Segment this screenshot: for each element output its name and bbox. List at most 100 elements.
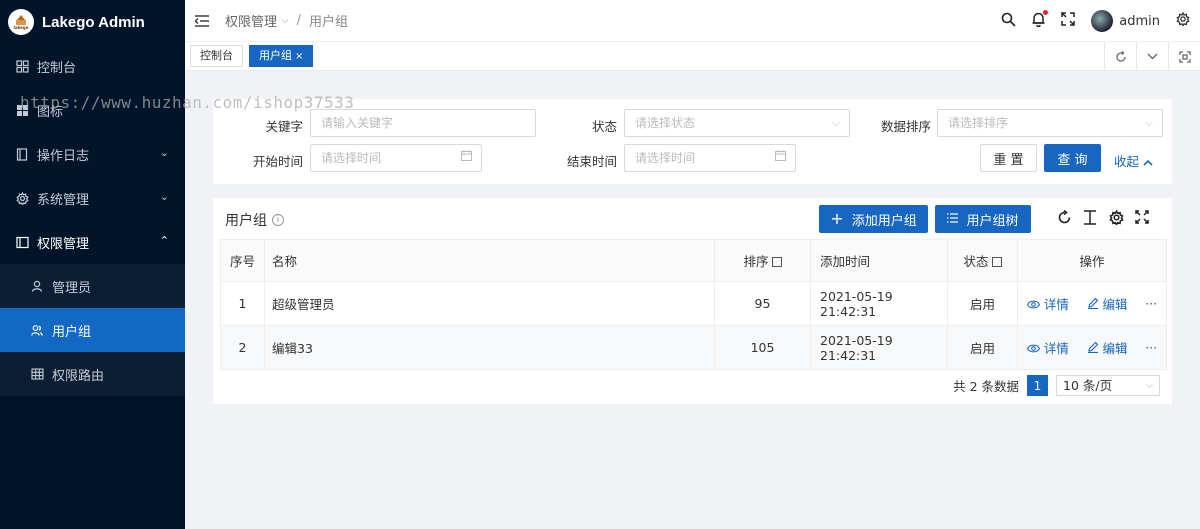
gear-icon xyxy=(15,191,29,205)
info-icon[interactable]: i xyxy=(272,214,284,226)
add-usergroup-button[interactable]: + 添加用户组 xyxy=(819,205,928,233)
sort-select[interactable]: 请选择排序 ⌵ xyxy=(937,109,1163,137)
status-placeholder: 请选择状态 xyxy=(635,116,696,130)
header-actions: admin xyxy=(1001,0,1190,42)
query-button[interactable]: 查 询 xyxy=(1044,144,1101,172)
chevron-down-icon: ⌵ xyxy=(281,15,289,26)
sidebar-item-usergroup[interactable]: 用户组 xyxy=(0,308,185,352)
start-time-picker[interactable]: 请选择时间 xyxy=(310,144,482,172)
svg-text:lakego: lakego xyxy=(14,25,29,30)
end-time-picker[interactable]: 请选择时间 xyxy=(624,144,796,172)
cell-sort: 105 xyxy=(714,325,811,370)
menu-fold-icon[interactable] xyxy=(195,14,209,27)
edit-button[interactable]: 编辑 xyxy=(1087,338,1128,357)
cell-time: 2021-05-19 21:42:31 xyxy=(810,325,948,370)
page-size-select[interactable]: 10 条/页 ⌵ xyxy=(1056,375,1160,396)
logo-icon: lakego xyxy=(8,9,34,35)
avatar[interactable] xyxy=(1091,10,1114,32)
table-toolbar xyxy=(1056,209,1150,225)
detail-button[interactable]: 详情 xyxy=(1026,338,1069,357)
page-number-button[interactable]: 1 xyxy=(1027,375,1048,396)
detail-button[interactable]: 详情 xyxy=(1026,294,1069,313)
sidebar: lakego Lakego Admin 控制台 图标 操作日志 ⌄ 系统管理 ⌄… xyxy=(0,0,185,529)
refresh-icon[interactable] xyxy=(1104,42,1136,71)
tab-label: 控制台 xyxy=(200,49,233,62)
sort-label: 数据排序 xyxy=(880,119,931,134)
chevron-down-icon[interactable] xyxy=(1136,42,1168,71)
cell-actions: 详情 编辑 ··· xyxy=(1017,325,1167,370)
sort-placeholder: 请选择排序 xyxy=(948,116,1009,130)
header: 权限管理 ⌵ / 用户组 admin xyxy=(185,0,1200,42)
search-icon[interactable] xyxy=(1001,12,1016,31)
breadcrumb: 权限管理 ⌵ / 用户组 xyxy=(225,11,348,30)
column-header-sort[interactable]: 排序 xyxy=(714,239,811,282)
cell-status: 启用 xyxy=(947,281,1018,326)
sidebar-item-system[interactable]: 系统管理 ⌄ xyxy=(0,176,185,220)
sidebar-item-label: 用户组 xyxy=(52,324,92,340)
end-time-placeholder: 请选择时间 xyxy=(635,151,696,165)
fullscreen-icon[interactable] xyxy=(1061,12,1076,30)
cell-index: 1 xyxy=(220,281,265,326)
column-header-sort-label: 排序 xyxy=(743,254,769,269)
sidebar-item-routes[interactable]: 权限路由 xyxy=(0,352,185,396)
reload-icon[interactable] xyxy=(1056,209,1072,225)
calendar-icon xyxy=(461,145,472,171)
usergroup-table: 序号 名称 排序 添加时间 状态 操作 1 超级管理员 95 2021-05-1… xyxy=(220,239,1167,370)
sidebar-item-admin[interactable]: 管理员 xyxy=(0,264,185,308)
bell-icon[interactable] xyxy=(1032,9,1049,31)
pencil-icon xyxy=(1087,297,1103,312)
keyword-input[interactable]: 请输入关键字 xyxy=(310,109,536,137)
eye-icon xyxy=(1026,341,1044,356)
more-button[interactable]: ··· xyxy=(1145,296,1157,311)
fullscreen-icon[interactable] xyxy=(1134,209,1150,225)
breadcrumb-parent[interactable]: 权限管理 xyxy=(225,11,277,30)
usergroup-tree-label: 用户组树 xyxy=(966,213,1019,229)
query-button-label: 查 询 xyxy=(1057,152,1088,168)
keyword-label: 关键字 xyxy=(265,119,303,134)
end-time-label: 结束时间 xyxy=(566,154,617,169)
page-size-value: 10 条/页 xyxy=(1063,378,1113,393)
table-row: 1 超级管理员 95 2021-05-19 21:42:31 启用 详情 编辑 … xyxy=(220,281,1167,326)
pagination: 共 2 条数据 1 10 条/页 ⌵ xyxy=(953,375,1160,396)
detail-label: 详情 xyxy=(1043,341,1069,356)
sidebar-item-label: 系统管理 xyxy=(37,192,90,208)
chevron-up-icon: ⌃ xyxy=(159,234,169,247)
fullscreen-icon[interactable] xyxy=(1168,42,1200,71)
keyword-placeholder: 请输入关键字 xyxy=(321,116,394,130)
plus-icon: + xyxy=(830,209,844,228)
sidebar-item-operation-log[interactable]: 操作日志 ⌄ xyxy=(0,132,185,176)
reset-button[interactable]: 重 置 xyxy=(980,144,1037,172)
start-time-label: 开始时间 xyxy=(252,154,303,169)
column-header-status[interactable]: 状态 xyxy=(947,239,1018,282)
sidebar-item-dashboard[interactable]: 控制台 xyxy=(0,44,185,88)
logo[interactable]: lakego Lakego Admin xyxy=(0,0,185,44)
cell-actions: 详情 编辑 ··· xyxy=(1017,281,1167,326)
user-name[interactable]: admin xyxy=(1119,14,1160,29)
app-title: Lakego Admin xyxy=(42,13,145,31)
more-button[interactable]: ··· xyxy=(1145,340,1157,355)
notification-dot xyxy=(1043,9,1049,15)
tab-dashboard[interactable]: 控制台 xyxy=(190,45,243,67)
column-height-icon[interactable] xyxy=(1082,209,1098,225)
tab-usergroup[interactable]: 用户组 × xyxy=(249,45,314,67)
sidebar-item-permission[interactable]: 权限管理 ⌃ xyxy=(0,220,185,264)
card-title-text: 用户组 xyxy=(225,213,267,229)
sidebar-item-label: 管理员 xyxy=(52,280,92,296)
edit-label: 编辑 xyxy=(1102,341,1128,356)
edit-button[interactable]: 编辑 xyxy=(1087,294,1128,313)
column-header-time: 添加时间 xyxy=(810,239,948,282)
column-header-actions: 操作 xyxy=(1017,239,1167,282)
close-icon[interactable]: × xyxy=(295,51,303,62)
dashboard-icon xyxy=(15,59,29,73)
setting-icon[interactable] xyxy=(1108,209,1124,225)
collapse-link[interactable]: 收起 xyxy=(1114,151,1153,170)
sidebar-item-label: 操作日志 xyxy=(37,148,90,164)
gear-icon[interactable] xyxy=(1176,11,1190,30)
usergroup-tree-button[interactable]: 用户组树 xyxy=(935,205,1031,233)
chevron-down-icon: ⌵ xyxy=(1144,116,1153,129)
status-select[interactable]: 请选择状态 ⌵ xyxy=(624,109,850,137)
column-header-name: 名称 xyxy=(264,239,715,282)
collapse-label: 收起 xyxy=(1114,154,1140,169)
search-panel: 关键字 请输入关键字 状态 请选择状态 ⌵ 数据排序 请选择排序 ⌵ 开始时间 … xyxy=(213,99,1172,184)
card-title: 用户组 i xyxy=(225,210,284,230)
